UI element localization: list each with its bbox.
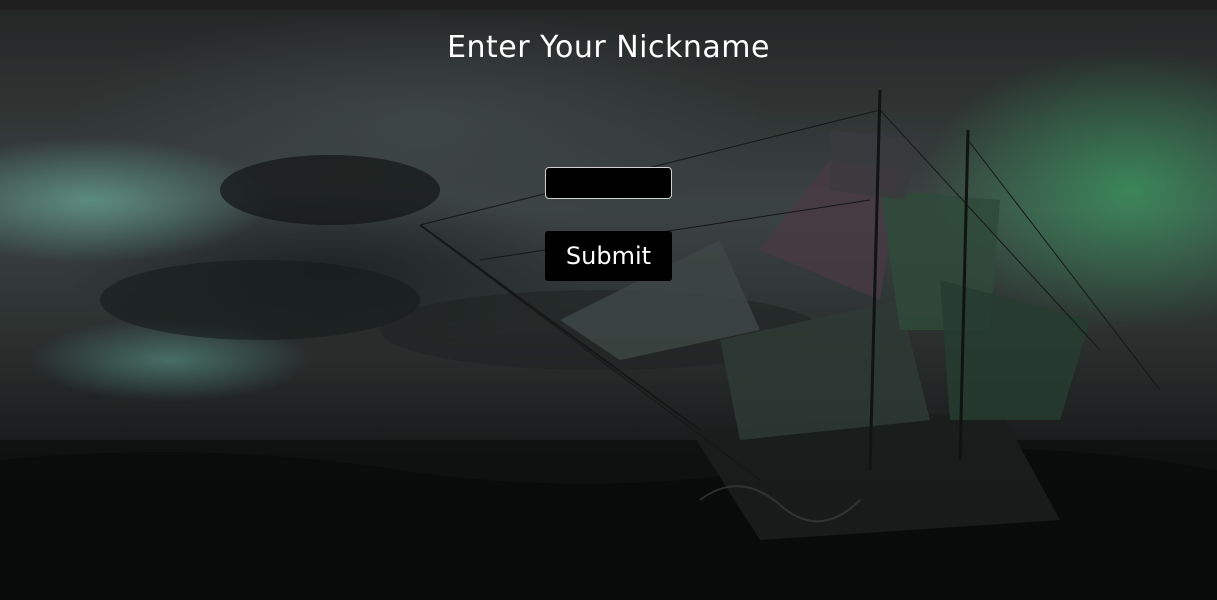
submit-button[interactable]: Submit bbox=[545, 231, 672, 281]
background-scene: Enter Your Nickname Submit bbox=[0, 0, 1217, 600]
nickname-input[interactable] bbox=[545, 167, 672, 199]
ghost-ship-illustration bbox=[0, 89, 1217, 600]
page-title: Enter Your Nickname bbox=[447, 30, 770, 65]
